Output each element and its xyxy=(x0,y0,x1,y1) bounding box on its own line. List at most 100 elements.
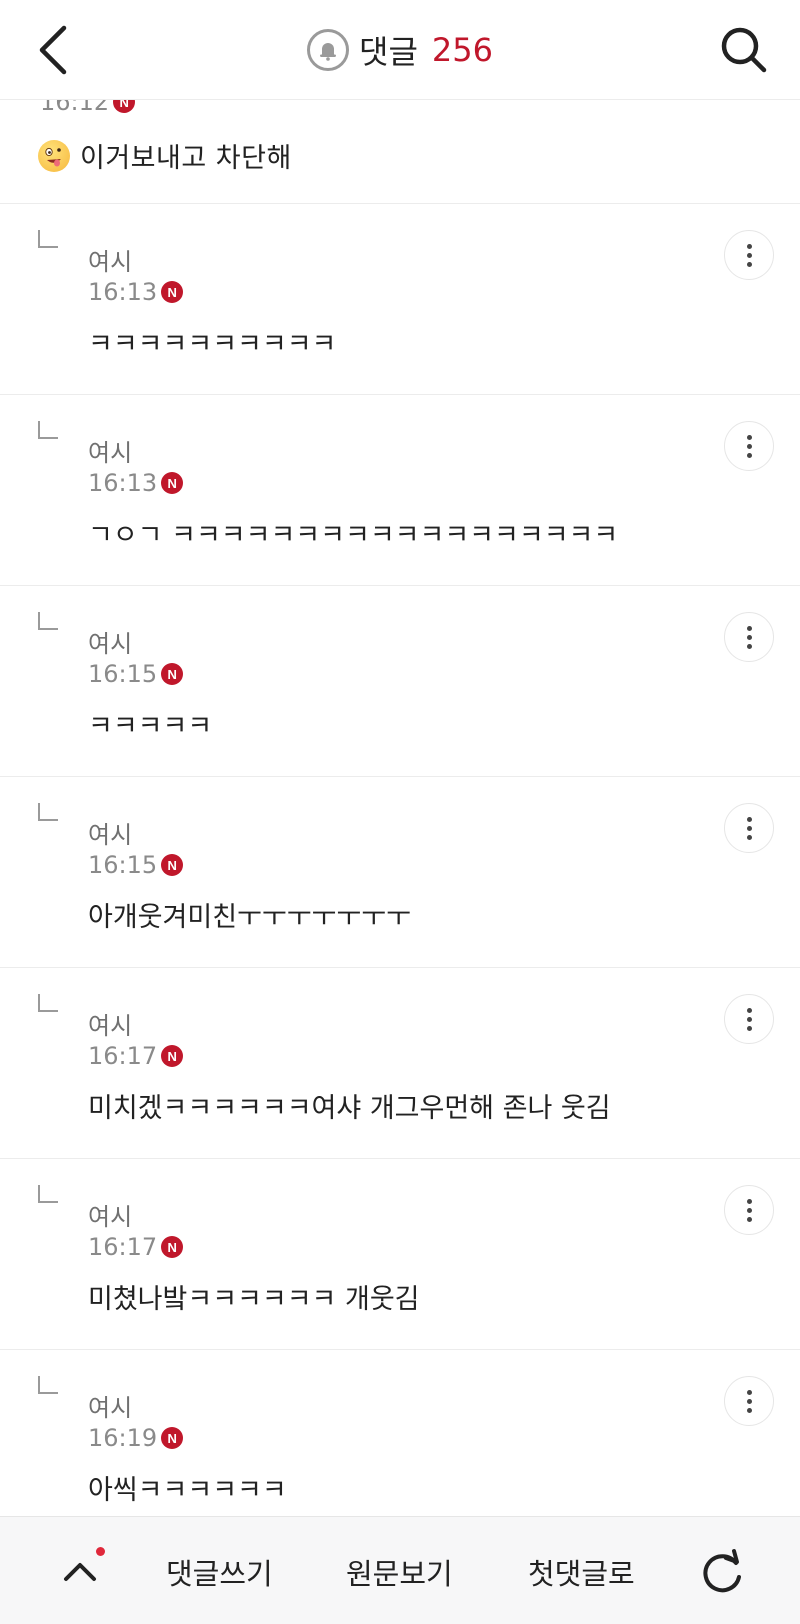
reply-text: ㅋㅋㅋㅋㅋ xyxy=(88,711,213,742)
reply-text: 아개웃겨미친ㅜㅜㅜㅜㅜㅜㅜ xyxy=(88,902,411,933)
reply-item: 여시 16:13 N ㅋㅋㅋㅋㅋㅋㅋㅋㅋㅋ xyxy=(0,204,800,395)
chevron-left-icon xyxy=(39,25,67,75)
more-vertical-icon-dot xyxy=(746,834,752,840)
more-vertical-icon-dot xyxy=(746,643,752,649)
view-original-button[interactable]: 원문보기 xyxy=(346,1551,453,1593)
new-badge: N xyxy=(113,100,136,113)
reply-author[interactable]: 여시 xyxy=(88,1197,132,1232)
new-badge: N xyxy=(161,1045,184,1067)
reply-arrow-icon xyxy=(38,994,58,1012)
reply-item: 여시 16:17 N 미치겠ㅋㅋㅋㅋㅋㅋ여샤 개그우먼해 존나 웃김 xyxy=(0,968,800,1159)
more-options-button[interactable] xyxy=(724,421,774,471)
reply-time: 16:17 xyxy=(88,1042,158,1070)
reply-time-row: 16:13 N xyxy=(88,469,184,497)
more-options-button[interactable] xyxy=(724,803,774,853)
reply-author[interactable]: 여시 xyxy=(88,433,132,468)
comment-body: 이거보내고 차단해 xyxy=(38,136,292,175)
comments-screen: 댓글 256 16:12 N 이거보내고 차단해 여시 16:13 N ㅋㅋㅋㅋ… xyxy=(0,0,800,1624)
more-options-button[interactable] xyxy=(724,230,774,280)
reply-author[interactable]: 여시 xyxy=(88,815,132,850)
bell-icon xyxy=(320,42,337,61)
new-badge: N xyxy=(161,854,184,876)
reply-arrow-icon xyxy=(38,612,58,630)
comment-item: 16:12 N 이거보내고 차단해 xyxy=(0,100,800,204)
reply-time-row: 16:19 N xyxy=(88,1424,184,1452)
reply-item: 여시 16:17 N 미쳤나밬ㅋㅋㅋㅋㅋㅋ 개웃김 xyxy=(0,1159,800,1350)
reply-text: 미쳤나밬ㅋㅋㅋㅋㅋㅋ 개웃김 xyxy=(88,1284,420,1315)
first-comment-button[interactable]: 첫댓글로 xyxy=(528,1551,635,1593)
more-vertical-icon-dot xyxy=(746,261,752,267)
notification-dot xyxy=(96,1547,105,1556)
reply-item: 여시 16:13 N ㄱㅇㄱ ㅋㅋㅋㅋㅋㅋㅋㅋㅋㅋㅋㅋㅋㅋㅋㅋㅋㅋ xyxy=(0,395,800,586)
reply-time: 16:15 xyxy=(88,851,158,879)
more-vertical-icon-dot xyxy=(746,825,752,831)
reply-arrow-icon xyxy=(38,803,58,821)
more-options-button[interactable] xyxy=(724,994,774,1044)
more-vertical-icon-dot xyxy=(746,1207,752,1213)
new-badge: N xyxy=(161,1236,184,1258)
write-comment-button[interactable]: 댓글쓰기 xyxy=(166,1551,273,1593)
more-vertical-icon xyxy=(746,816,752,822)
refresh-button[interactable] xyxy=(696,1547,748,1599)
new-badge: N xyxy=(161,472,184,494)
more-options-button[interactable] xyxy=(724,1376,774,1426)
reply-item: 여시 16:15 N ㅋㅋㅋㅋㅋ xyxy=(0,586,800,777)
back-button[interactable] xyxy=(30,22,86,78)
reply-time-row: 16:17 N xyxy=(88,1042,184,1070)
comment-count: 256 xyxy=(431,30,493,69)
reply-arrow-icon xyxy=(38,421,58,439)
more-options-button[interactable] xyxy=(724,612,774,662)
reply-time: 16:19 xyxy=(88,1424,158,1452)
reply-item: 여시 16:19 N 아씩ㅋㅋㅋㅋㅋㅋ xyxy=(0,1350,800,1541)
more-vertical-icon-dot xyxy=(746,1025,752,1031)
search-button[interactable] xyxy=(716,22,772,78)
more-vertical-icon xyxy=(746,1198,752,1204)
more-vertical-icon xyxy=(746,434,752,440)
reply-arrow-icon xyxy=(38,230,58,248)
reply-time: 16:15 xyxy=(88,660,158,688)
reply-author[interactable]: 여시 xyxy=(88,1388,132,1423)
header-bar: 댓글 256 xyxy=(0,0,800,100)
comment-time: 16:12 xyxy=(40,100,110,116)
reply-time-row: 16:15 N xyxy=(88,851,184,879)
more-vertical-icon-dot xyxy=(746,1216,752,1222)
new-badge: N xyxy=(161,663,184,685)
more-vertical-icon-dot xyxy=(746,1407,752,1413)
more-vertical-icon xyxy=(746,1007,752,1013)
more-options-button[interactable] xyxy=(724,1185,774,1235)
new-badge: N xyxy=(161,1427,184,1449)
reply-time-row: 16:15 N xyxy=(88,660,184,688)
search-icon xyxy=(721,27,767,73)
reply-text: 미치겠ㅋㅋㅋㅋㅋㅋ여샤 개그우먼해 존나 웃김 xyxy=(88,1093,611,1124)
more-vertical-icon xyxy=(746,243,752,249)
reply-time-row: 16:13 N xyxy=(88,278,184,306)
reply-time-row: 16:17 N xyxy=(88,1233,184,1261)
reply-author[interactable]: 여시 xyxy=(88,242,132,277)
reply-arrow-icon xyxy=(38,1376,58,1394)
reply-time: 16:13 xyxy=(88,469,158,497)
reply-author[interactable]: 여시 xyxy=(88,1006,132,1041)
reply-text: ㅋㅋㅋㅋㅋㅋㅋㅋㅋㅋ xyxy=(88,329,337,360)
refresh-icon xyxy=(703,1549,741,1593)
more-vertical-icon-dot xyxy=(746,634,752,640)
header-title-group[interactable]: 댓글 256 xyxy=(307,27,493,73)
reply-time: 16:13 xyxy=(88,278,158,306)
reply-text: 아씩ㅋㅋㅋㅋㅋㅋ xyxy=(88,1475,287,1506)
zany-face-emoji-icon xyxy=(38,139,70,172)
more-vertical-icon-dot xyxy=(746,1016,752,1022)
more-vertical-icon-dot xyxy=(746,1398,752,1404)
page-title: 댓글 xyxy=(359,32,418,71)
reply-arrow-icon xyxy=(38,1185,58,1203)
reply-text: ㄱㅇㄱ ㅋㅋㅋㅋㅋㅋㅋㅋㅋㅋㅋㅋㅋㅋㅋㅋㅋㅋ xyxy=(88,520,619,551)
new-badge: N xyxy=(161,281,184,303)
more-vertical-icon xyxy=(746,625,752,631)
more-vertical-icon-dot xyxy=(746,443,752,449)
comment-text: 이거보내고 차단해 xyxy=(80,143,292,174)
notification-bell-button[interactable] xyxy=(307,28,350,71)
more-vertical-icon xyxy=(746,1389,752,1395)
reply-item: 여시 16:15 N 아개웃겨미친ㅜㅜㅜㅜㅜㅜㅜ xyxy=(0,777,800,968)
more-vertical-icon-dot xyxy=(746,252,752,258)
reply-author[interactable]: 여시 xyxy=(88,624,132,659)
reply-time: 16:17 xyxy=(88,1233,158,1261)
comment-time-row: 16:12 N xyxy=(40,100,136,116)
